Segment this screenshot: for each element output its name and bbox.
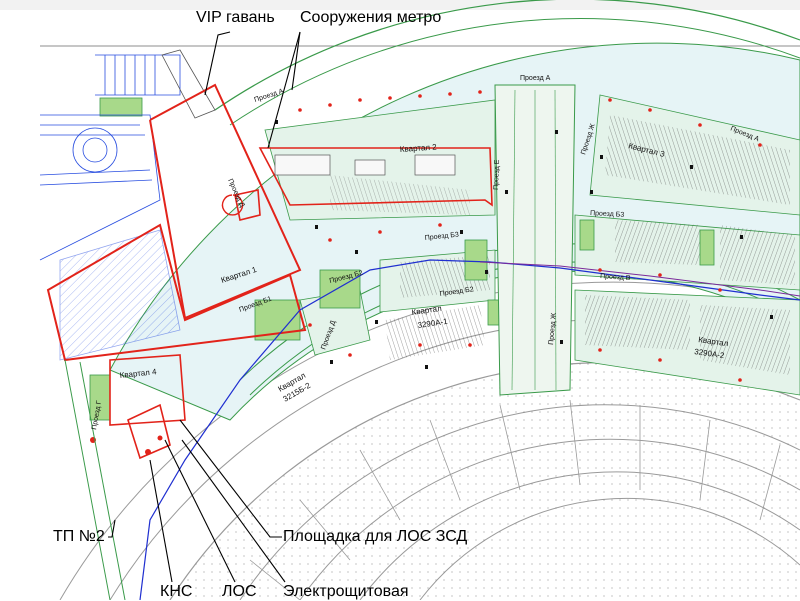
callout-los-site: Площадка для ЛОС ЗСД bbox=[283, 528, 468, 545]
stadium-seating-texture bbox=[170, 362, 800, 600]
callout-tp2: ТП №2 bbox=[53, 528, 105, 545]
label-proezd-a-2: Проезд А bbox=[520, 75, 551, 82]
label-proezd-a: Проезд А bbox=[253, 88, 284, 104]
callout-vip-harbor: VIP гавань bbox=[196, 9, 275, 26]
callout-electro: Электрощитовая bbox=[283, 583, 409, 600]
label-proezd-e: Проезд Е bbox=[493, 159, 501, 190]
site-plan-drawing: Квартал 1 Квартал 2 Квартал 3 Квартал 4 … bbox=[0, 0, 800, 600]
callout-kns: КНС bbox=[160, 583, 193, 600]
metro-leader-1 bbox=[291, 31, 301, 91]
label-proezd-v: Проезд В bbox=[600, 273, 631, 282]
callout-metro-structures: Сооружения метро bbox=[300, 9, 442, 26]
vip-leader bbox=[204, 31, 231, 96]
callout-los: ЛОС bbox=[222, 583, 257, 600]
